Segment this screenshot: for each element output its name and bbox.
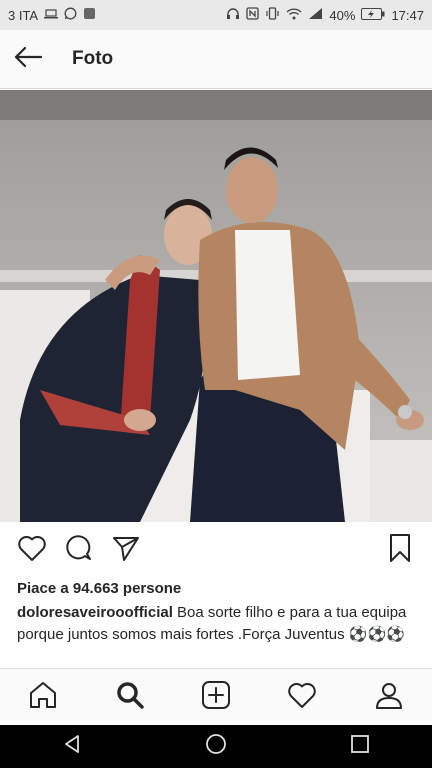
square-recents-icon (350, 734, 370, 759)
save-button[interactable] (384, 533, 416, 568)
wifi-icon (286, 7, 302, 23)
status-bar-right: 40% 17:47 (226, 7, 424, 23)
add-post-icon (201, 680, 231, 715)
tab-home[interactable] (13, 673, 73, 723)
notification-app-icon (83, 7, 96, 23)
home-icon (28, 680, 58, 715)
send-icon (111, 534, 141, 567)
triangle-back-icon (63, 734, 81, 759)
laptop-icon (44, 8, 59, 22)
nav-back-button[interactable] (42, 725, 102, 768)
app-bar: Foto (0, 30, 432, 89)
nav-recents-button[interactable] (330, 725, 390, 768)
comment-button[interactable] (63, 534, 95, 566)
like-button[interactable] (16, 534, 48, 566)
headphones-icon (226, 7, 240, 23)
post-photo[interactable] (0, 90, 432, 522)
post-caption: doloresaveirooofficial Boa sorte filho e… (17, 602, 417, 646)
whatsapp-icon (64, 7, 77, 23)
arrow-left-icon (13, 46, 43, 73)
status-bar: 3 ITA 40% 17:47 (0, 0, 432, 30)
profile-icon (374, 680, 404, 715)
battery-charging-icon (361, 7, 385, 23)
signal-icon (308, 7, 323, 23)
nav-home-button[interactable] (186, 725, 246, 768)
battery-percent: 40% (329, 7, 356, 23)
nfc-icon (246, 7, 260, 23)
post-username[interactable]: doloresaveirooofficial (17, 604, 173, 621)
likes-count[interactable]: Piace a 94.663 persone (17, 580, 181, 597)
system-nav-bar (0, 725, 432, 768)
bottom-tab-bar (0, 668, 432, 726)
bookmark-icon (388, 533, 412, 568)
share-button[interactable] (110, 534, 142, 566)
heart-icon (287, 681, 317, 714)
page-title: Foto (72, 48, 114, 69)
tab-add[interactable] (186, 673, 246, 723)
search-icon (115, 680, 145, 715)
tab-activity[interactable] (272, 673, 332, 723)
status-time: 17:47 (391, 7, 424, 23)
status-bar-left: 3 ITA (8, 7, 96, 23)
back-button[interactable] (0, 30, 56, 88)
tab-profile[interactable] (359, 673, 419, 723)
vibrate-icon (265, 7, 280, 23)
post-actions (0, 528, 432, 572)
heart-icon (17, 534, 47, 567)
circle-home-icon (205, 733, 227, 760)
tab-search[interactable] (100, 673, 160, 723)
carrier-label: 3 ITA (8, 7, 39, 23)
comment-icon (64, 533, 94, 568)
